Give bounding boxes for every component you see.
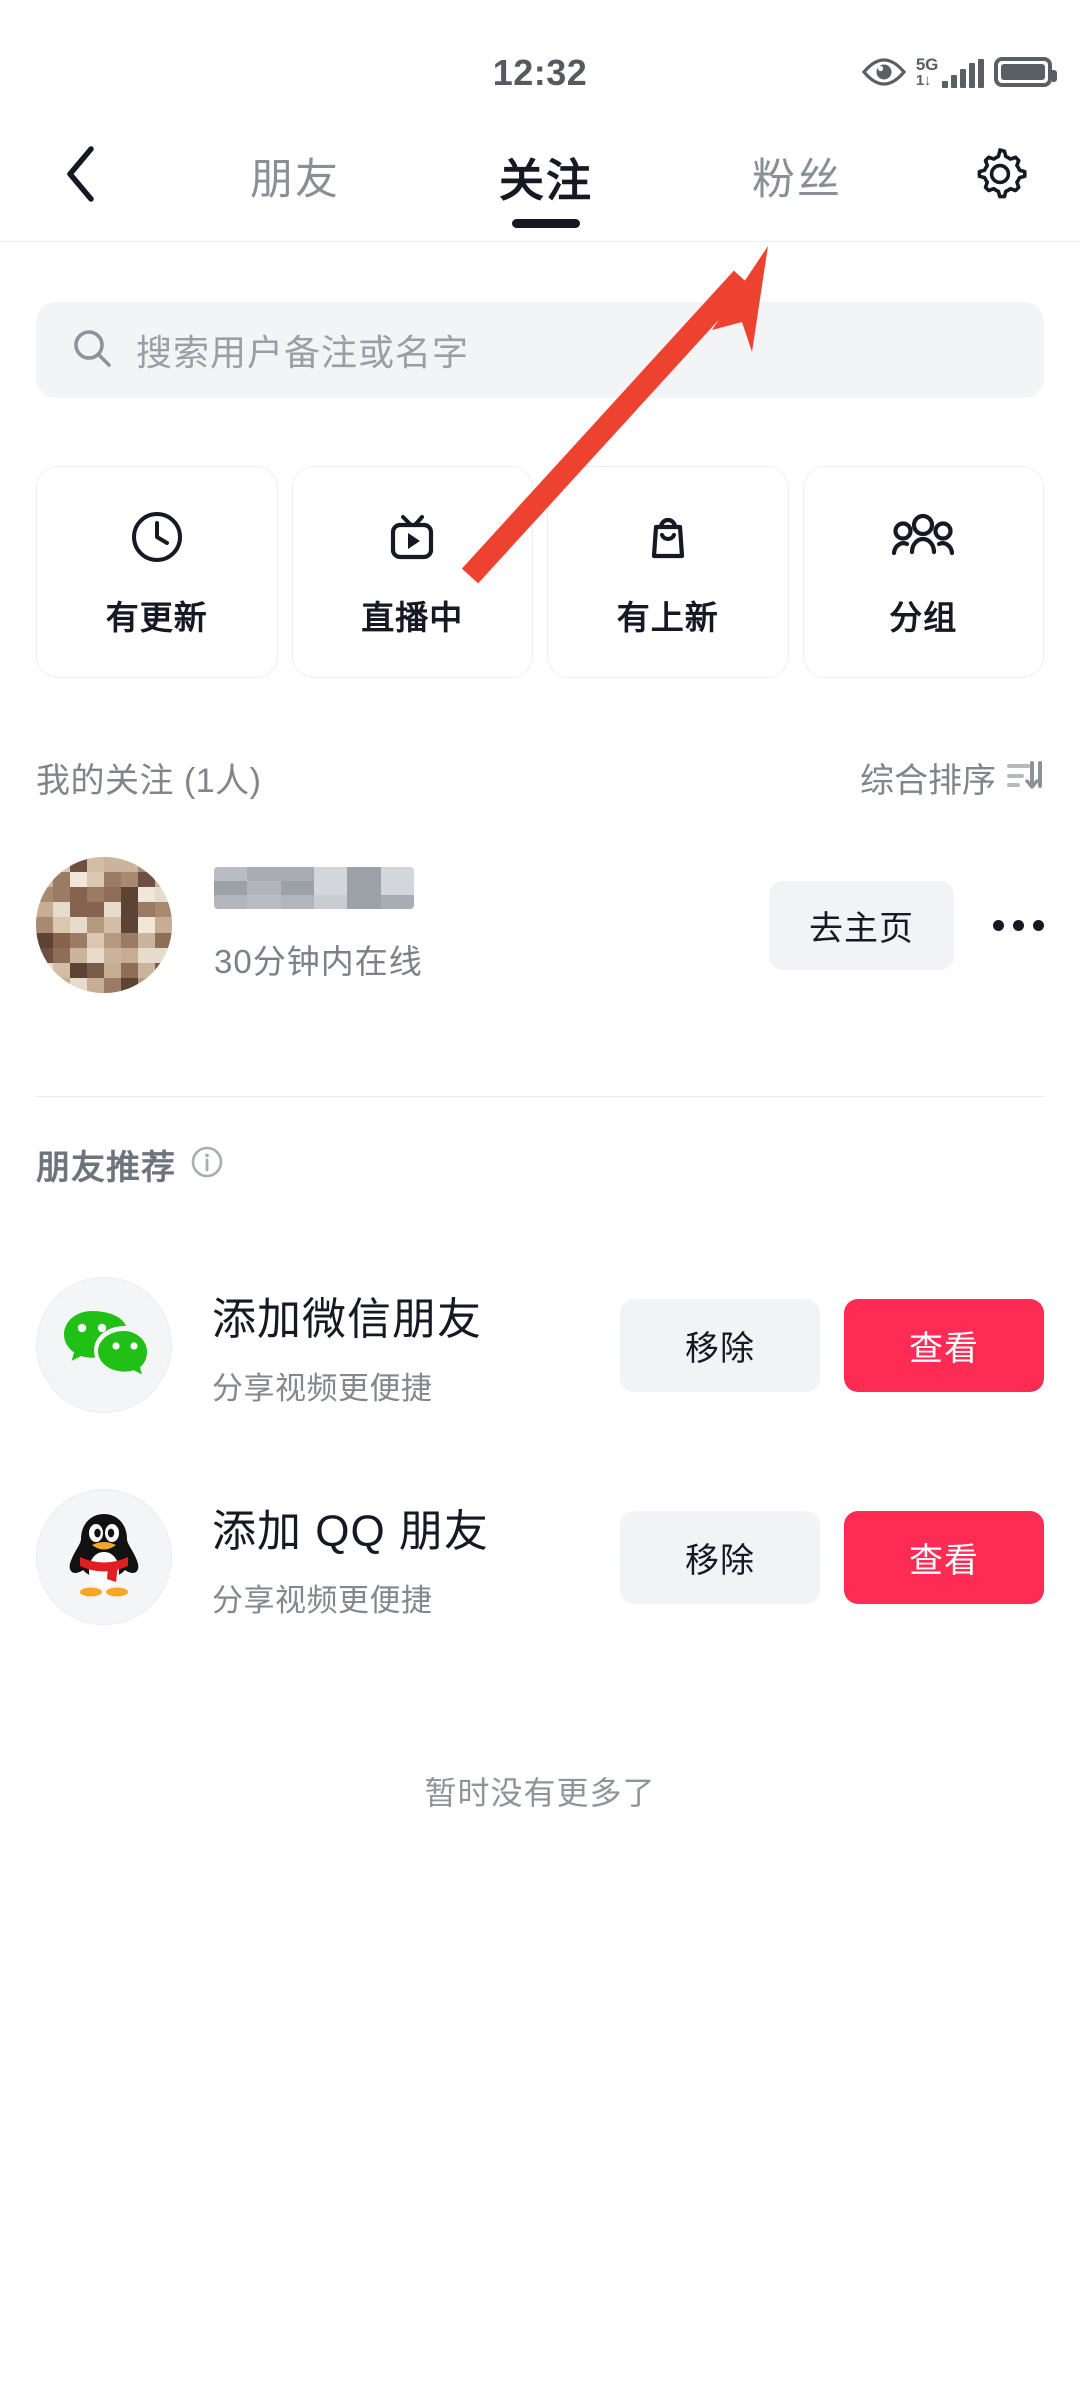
wechat-view-button[interactable]: 查看: [844, 1298, 1044, 1392]
clock-icon: [126, 506, 188, 573]
card-live-now-label: 直播中: [361, 598, 464, 636]
following-user-row[interactable]: 30分钟内在线 去主页: [36, 845, 1044, 1005]
search-input[interactable]: 搜索用户备注或名字: [36, 302, 1044, 398]
following-count-label: 我的关注 (1人): [36, 761, 262, 800]
card-new-arrivals[interactable]: 有上新: [547, 466, 789, 678]
tab-fans[interactable]: 粉丝: [738, 110, 856, 242]
qq-penguin-icon: [64, 1509, 144, 1606]
qq-meta: 添加 QQ 朋友 分享视频更便捷: [212, 1495, 620, 1620]
signal-bars: [942, 59, 984, 88]
following-section-header: 我的关注 (1人) 综合排序: [36, 742, 1044, 812]
recommend-item-qq[interactable]: 添加 QQ 朋友 分享视频更便捷 移除 查看: [36, 1482, 1044, 1632]
status-icons: 5G 1↓: [861, 52, 1057, 92]
card-groups-label: 分组: [889, 598, 958, 636]
qq-avatar: [36, 1489, 172, 1625]
tab-friends[interactable]: 朋友: [236, 110, 354, 242]
card-has-update[interactable]: 有更新: [36, 466, 278, 678]
qq-title: 添加 QQ 朋友: [212, 1506, 489, 1556]
tab-friends-label: 朋友: [250, 156, 340, 204]
tab-bar: 朋友 关注 粉丝: [236, 110, 856, 242]
wechat-avatar: [36, 1277, 172, 1413]
sort-filter-icon: [1006, 758, 1044, 797]
tab-following-label: 关注: [498, 154, 593, 206]
chevron-left-icon: [63, 145, 97, 208]
card-has-update-label: 有更新: [105, 598, 208, 636]
recommend-item-wechat[interactable]: 添加微信朋友 分享视频更便捷 移除 查看: [36, 1270, 1044, 1420]
status-bar: 12:32 5G 1↓: [0, 0, 1080, 110]
wechat-title: 添加微信朋友: [212, 1294, 482, 1344]
section-divider: [36, 1096, 1044, 1097]
tab-fans-label: 粉丝: [751, 156, 842, 204]
wechat-remove-button[interactable]: 移除: [620, 1298, 820, 1392]
tab-following[interactable]: 关注: [485, 110, 607, 242]
sort-label: 综合排序: [860, 761, 996, 800]
qq-remove-button[interactable]: 移除: [620, 1510, 820, 1604]
card-live-now[interactable]: 直播中: [291, 466, 533, 678]
wechat-subtitle: 分享视频更便捷: [212, 1370, 433, 1406]
wechat-icon: [61, 1305, 147, 1386]
no-more-text: 暂时没有更多了: [424, 1775, 656, 1811]
live-tv-icon: [381, 506, 443, 573]
shopping-bag-icon: [637, 506, 699, 573]
recommend-title: 朋友推荐: [36, 1149, 176, 1187]
search-icon: [70, 326, 114, 375]
wechat-meta: 添加微信朋友 分享视频更便捷: [212, 1283, 620, 1408]
network-type-label: 5G: [915, 55, 938, 74]
network-activity-label: 1↓: [915, 72, 931, 89]
recommend-section-header: 朋友推荐: [36, 1140, 224, 1189]
eye-icon: [861, 57, 906, 87]
user-name-blurred: [214, 867, 414, 909]
qq-subtitle: 分享视频更便捷: [212, 1582, 433, 1618]
search-placeholder: 搜索用户备注或名字: [136, 332, 470, 373]
back-button[interactable]: [36, 110, 124, 242]
signal-icon: 5G 1↓: [916, 56, 984, 88]
qq-view-button[interactable]: 查看: [844, 1510, 1044, 1604]
settings-button[interactable]: [956, 110, 1044, 242]
info-circle-icon[interactable]: [190, 1145, 224, 1184]
phone-screen: 12:32 5G 1↓ 朋友 关注 粉丝 搜索用户备注或名字 有更新 直播中 有…: [0, 0, 1080, 2400]
go-to-homepage-button[interactable]: 去主页: [769, 880, 954, 970]
group-people-icon: [890, 506, 956, 573]
qq-actions: 移除 查看: [620, 1510, 1044, 1604]
card-new-arrivals-label: 有上新: [616, 598, 719, 636]
nav-bar: 朋友 关注 粉丝: [0, 110, 1080, 242]
nav-divider: [0, 241, 1080, 242]
sort-button[interactable]: 综合排序: [860, 753, 1044, 802]
avatar[interactable]: [36, 857, 172, 993]
more-dots-icon[interactable]: [970, 919, 1044, 931]
wechat-actions: 移除 查看: [620, 1298, 1044, 1392]
user-online-status: 30分钟内在线: [214, 943, 423, 980]
user-meta: 30分钟内在线: [214, 867, 769, 983]
card-groups[interactable]: 分组: [802, 466, 1044, 678]
battery-icon: [994, 57, 1057, 87]
quick-action-cards: 有更新 直播中 有上新 分组: [36, 466, 1044, 678]
gear-icon: [969, 143, 1031, 210]
